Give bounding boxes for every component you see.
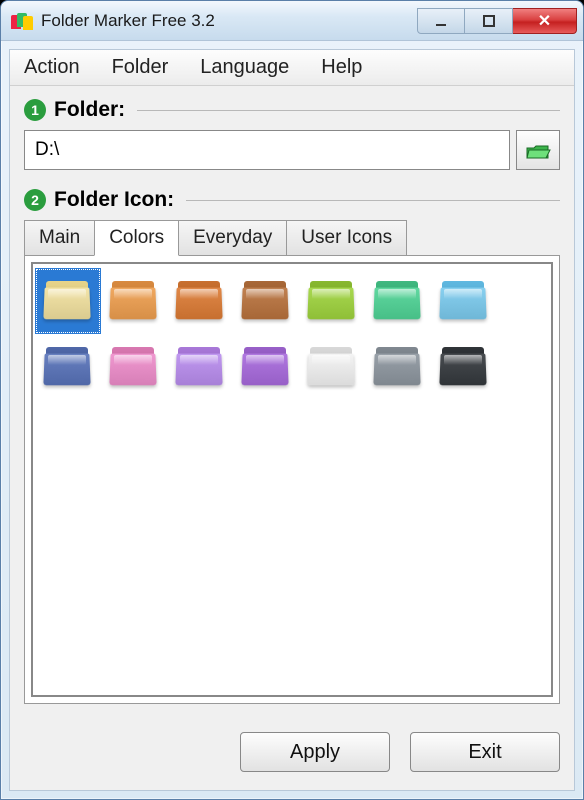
folder-icon-dark-blue[interactable] — [35, 334, 101, 400]
folder-icon-dark-orange[interactable] — [167, 268, 233, 334]
content-area: 1 Folder: 2 Folder Icon: — [10, 86, 574, 718]
icon-row — [35, 334, 549, 400]
step2-label: Folder Icon: — [54, 188, 174, 212]
menu-folder[interactable]: Folder — [112, 56, 169, 79]
titlebar[interactable]: Folder Marker Free 3.2 ✕ — [1, 1, 583, 41]
step1-label: Folder: — [54, 98, 125, 122]
tab-user-icons[interactable]: User Icons — [286, 220, 407, 255]
folder-icon-purple[interactable] — [233, 334, 299, 400]
browse-folder-icon — [524, 138, 552, 162]
menu-language[interactable]: Language — [200, 56, 289, 79]
step2-badge: 2 — [24, 189, 46, 211]
menu-help[interactable]: Help — [321, 56, 362, 79]
folder-icon-orange[interactable] — [101, 268, 167, 334]
folder-icon-green[interactable] — [299, 268, 365, 334]
menu-bar: Action Folder Language Help — [10, 50, 574, 86]
maximize-icon — [482, 14, 496, 28]
path-row — [24, 130, 560, 170]
folder-icon-gray[interactable] — [365, 334, 431, 400]
step1-badge: 1 — [24, 99, 46, 121]
client-area: Action Folder Language Help 1 Folder: — [9, 49, 575, 791]
folder-icon-violet[interactable] — [167, 334, 233, 400]
folder-icon-yellow[interactable] — [35, 268, 101, 334]
browse-button[interactable] — [516, 130, 560, 170]
window-buttons: ✕ — [417, 8, 577, 34]
menu-action[interactable]: Action — [24, 56, 80, 79]
folder-icon-black[interactable] — [431, 334, 497, 400]
divider — [137, 110, 560, 111]
folder-icon-teal[interactable] — [365, 268, 431, 334]
maximize-button[interactable] — [465, 8, 513, 34]
apply-button[interactable]: Apply — [240, 732, 390, 772]
folder-icon-light-blue[interactable] — [431, 268, 497, 334]
folder-icon-pink[interactable] — [101, 334, 167, 400]
exit-button[interactable]: Exit — [410, 732, 560, 772]
folder-path-input[interactable] — [24, 130, 510, 170]
step2-header: 2 Folder Icon: — [24, 188, 560, 212]
app-icon — [11, 10, 33, 32]
tab-everyday[interactable]: Everyday — [178, 220, 287, 255]
icon-grid — [31, 262, 553, 697]
app-window: Folder Marker Free 3.2 ✕ Action Folder L… — [0, 0, 584, 800]
bottom-buttons: Apply Exit — [10, 718, 574, 790]
window-title: Folder Marker Free 3.2 — [41, 11, 417, 31]
minimize-button[interactable] — [417, 8, 465, 34]
tab-strip: Main Colors Everyday User Icons — [24, 220, 560, 255]
folder-icon-white[interactable] — [299, 334, 365, 400]
step1-header: 1 Folder: — [24, 98, 560, 122]
icon-row — [35, 268, 549, 334]
tab-panel-colors — [24, 255, 560, 704]
tab-colors[interactable]: Colors — [94, 220, 179, 256]
close-icon: ✕ — [538, 11, 551, 31]
divider — [186, 200, 560, 201]
tab-main[interactable]: Main — [24, 220, 95, 255]
minimize-icon — [434, 14, 448, 28]
folder-icon-brown[interactable] — [233, 268, 299, 334]
close-button[interactable]: ✕ — [513, 8, 577, 34]
